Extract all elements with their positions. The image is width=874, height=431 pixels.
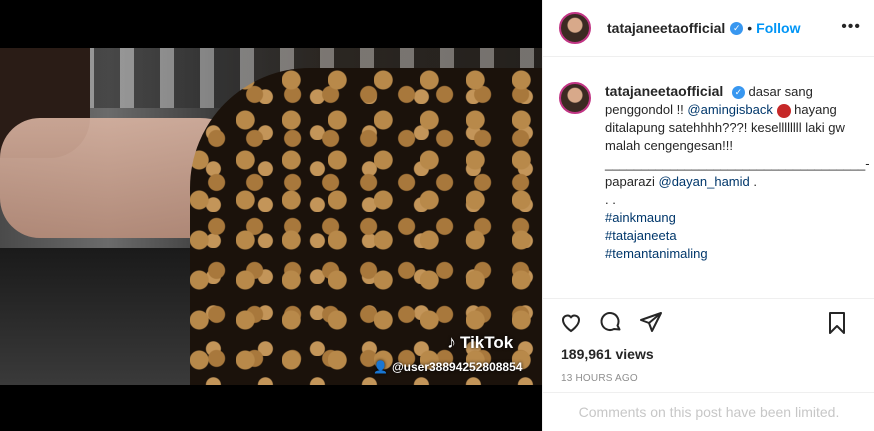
- media-area: ♪ TikTok 👤 @user38894252808854: [0, 0, 542, 431]
- comments-limited-notice: Comments on this post have been limited.: [543, 392, 874, 431]
- angry-emoji-icon: [776, 103, 791, 118]
- caption-body: tatajaneetaofficial ✓ dasar sang penggon…: [605, 82, 870, 298]
- verified-icon: ✓: [731, 86, 745, 100]
- caption-dots: . .: [605, 192, 616, 207]
- caption-divider: ____________________________________-: [605, 156, 870, 171]
- more-options-button[interactable]: •••: [841, 18, 861, 36]
- post-header: tatajaneetaofficial ✓ • Follow •••: [543, 0, 874, 57]
- mention-link[interactable]: @amingisback: [687, 102, 772, 117]
- tiktok-user-label: @user38894252808854: [391, 360, 523, 374]
- avatar[interactable]: [559, 12, 591, 44]
- tiktok-logo-icon: ♪: [447, 332, 456, 352]
- follow-button[interactable]: Follow: [756, 20, 800, 36]
- tiktok-user-watermark: 👤 @user38894252808854: [373, 360, 522, 374]
- view-count[interactable]: 189,961 views: [561, 346, 654, 362]
- instagram-post-modal: ♪ TikTok 👤 @user38894252808854 tatajanee…: [0, 0, 874, 431]
- action-bar: [543, 298, 874, 344]
- paparazi-end: .: [753, 174, 758, 189]
- verified-icon: ✓: [730, 21, 744, 35]
- heart-icon[interactable]: [559, 310, 583, 334]
- tiktok-user-icon: 👤: [373, 360, 388, 374]
- tiktok-label: TikTok: [460, 332, 514, 352]
- share-icon[interactable]: [639, 310, 663, 334]
- comment-icon[interactable]: [599, 310, 623, 334]
- video-dark-shape: [0, 248, 200, 385]
- mention-link[interactable]: @dayan_hamid: [659, 174, 750, 189]
- paparazi-label: paparazi: [605, 174, 655, 189]
- caption-area: tatajaneetaofficial ✓ dasar sang penggon…: [543, 58, 874, 298]
- header-username[interactable]: tatajaneetaofficial: [607, 20, 725, 36]
- post-side-panel: tatajaneetaofficial ✓ • Follow ••• tataj…: [542, 0, 874, 431]
- caption-username[interactable]: tatajaneetaofficial: [605, 83, 723, 99]
- bookmark-icon[interactable]: [825, 311, 849, 335]
- post-timestamp[interactable]: 13 HOURS AGO: [561, 373, 638, 384]
- caption-avatar[interactable]: [559, 82, 591, 114]
- hashtag-link[interactable]: #temantanimaling: [605, 246, 708, 261]
- tiktok-watermark: ♪ TikTok: [447, 332, 513, 353]
- separator-dot: •: [747, 20, 753, 36]
- hashtag-link[interactable]: #tatajaneeta: [605, 228, 677, 243]
- hashtag-link[interactable]: #ainkmaung: [605, 210, 676, 225]
